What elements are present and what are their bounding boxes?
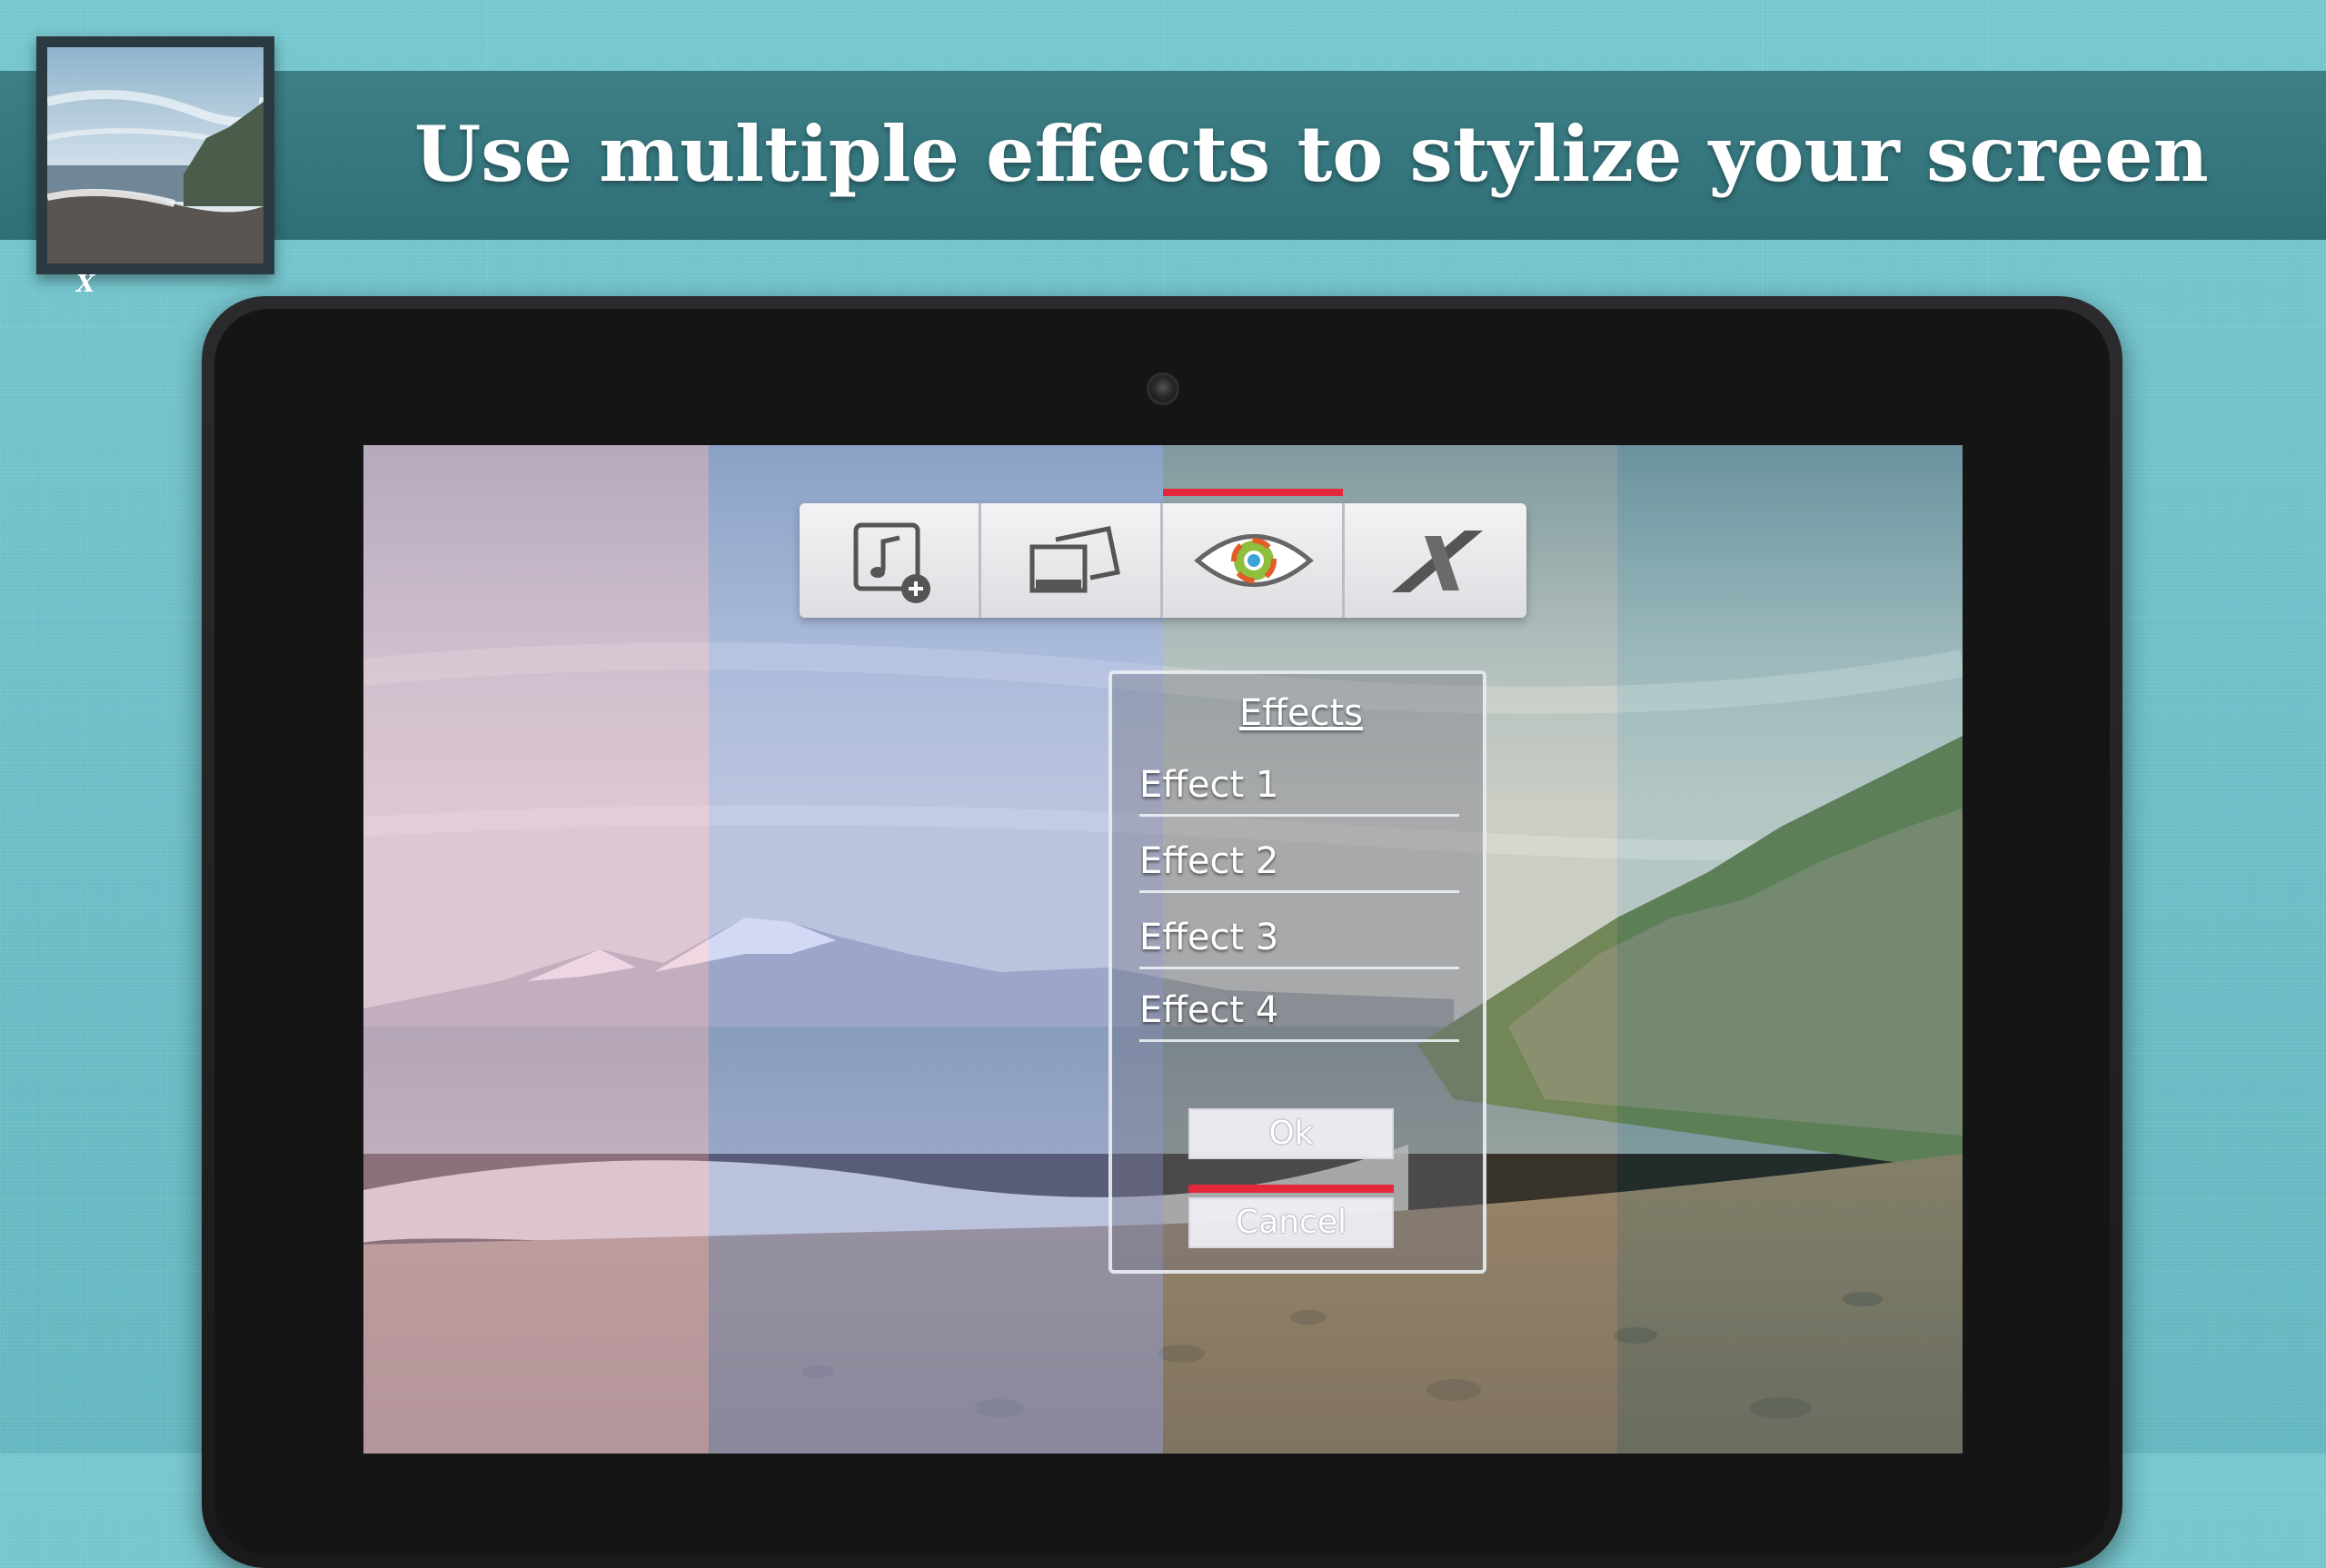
effect-option-2[interactable]: Effect 2 <box>1139 832 1459 893</box>
cancel-button[interactable]: Cancel <box>1188 1197 1394 1248</box>
effect-option-1[interactable]: Effect 1 <box>1139 756 1459 817</box>
effect-strip-teal <box>1617 445 1963 1454</box>
toolbar-selected-indicator <box>1163 489 1343 496</box>
cancel-selected-indicator <box>1188 1185 1394 1193</box>
photo-frames-icon <box>1029 526 1120 593</box>
effects-button[interactable] <box>1163 503 1345 618</box>
photo-frames-button[interactable] <box>981 503 1163 618</box>
ok-button[interactable]: Ok <box>1188 1108 1394 1159</box>
add-music-button[interactable] <box>800 503 981 618</box>
x-logo-button[interactable] <box>1345 503 1526 618</box>
effect-strip-pink <box>363 445 709 1454</box>
x-logo-icon <box>1392 531 1483 592</box>
add-music-icon <box>853 522 930 603</box>
effect-option-4[interactable]: Effect 4 <box>1139 981 1459 1042</box>
effect-option-3[interactable]: Effect 3 <box>1139 908 1459 969</box>
dialog-title: Effects <box>1239 692 1363 734</box>
toolbar <box>800 503 1526 618</box>
effects-dialog: Effects Effect 1 Effect 2 Effect 3 Effec… <box>1108 670 1486 1274</box>
banner-title: Use multiple effects to stylize your scr… <box>414 109 2209 199</box>
front-camera <box>1147 372 1179 405</box>
app-icon-x-mark: X <box>76 271 95 298</box>
app-icon-image <box>47 47 263 263</box>
eye-effects-icon <box>1194 534 1314 587</box>
app-icon: X <box>36 36 274 298</box>
